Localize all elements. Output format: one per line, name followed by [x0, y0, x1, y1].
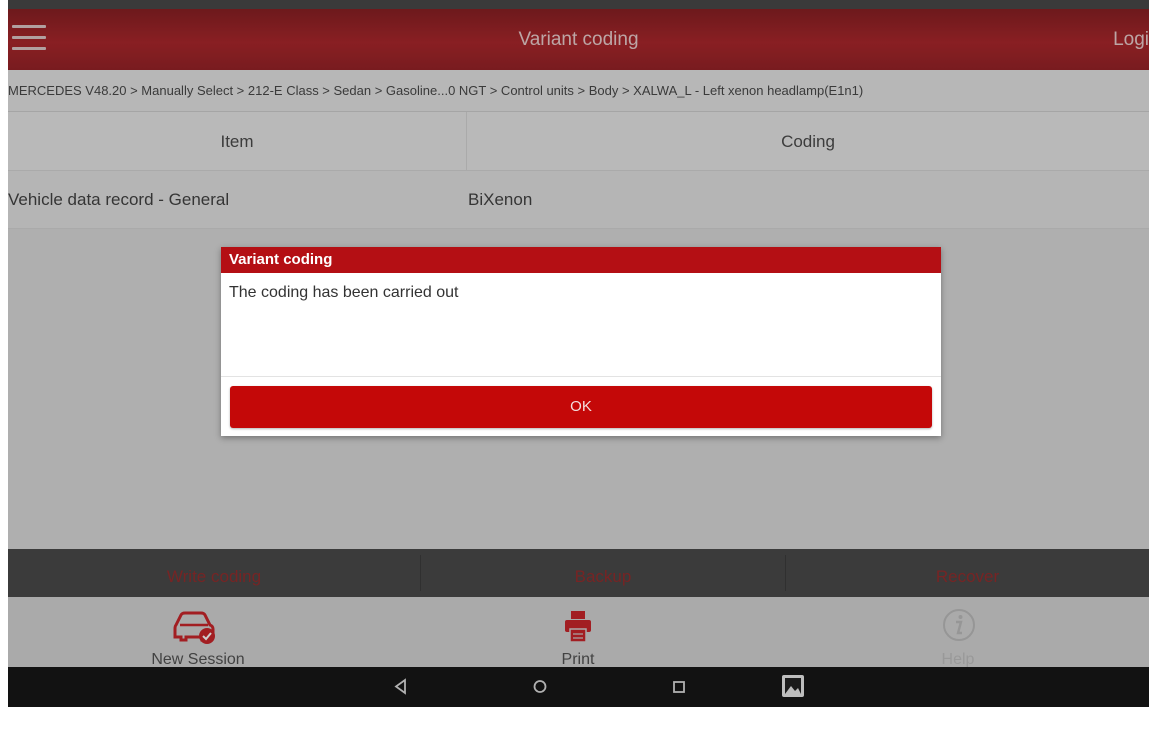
- status-bar: [8, 0, 1149, 9]
- ok-button[interactable]: OK: [230, 386, 932, 428]
- variant-coding-dialog: Variant coding The coding has been carri…: [221, 247, 941, 436]
- dialog-message: The coding has been carried out: [229, 284, 459, 301]
- dialog-title: Variant coding: [221, 247, 941, 273]
- dialog-divider: [221, 376, 941, 377]
- app-screen: Variant coding Logi MERCEDES V48.20 > Ma…: [8, 9, 1149, 707]
